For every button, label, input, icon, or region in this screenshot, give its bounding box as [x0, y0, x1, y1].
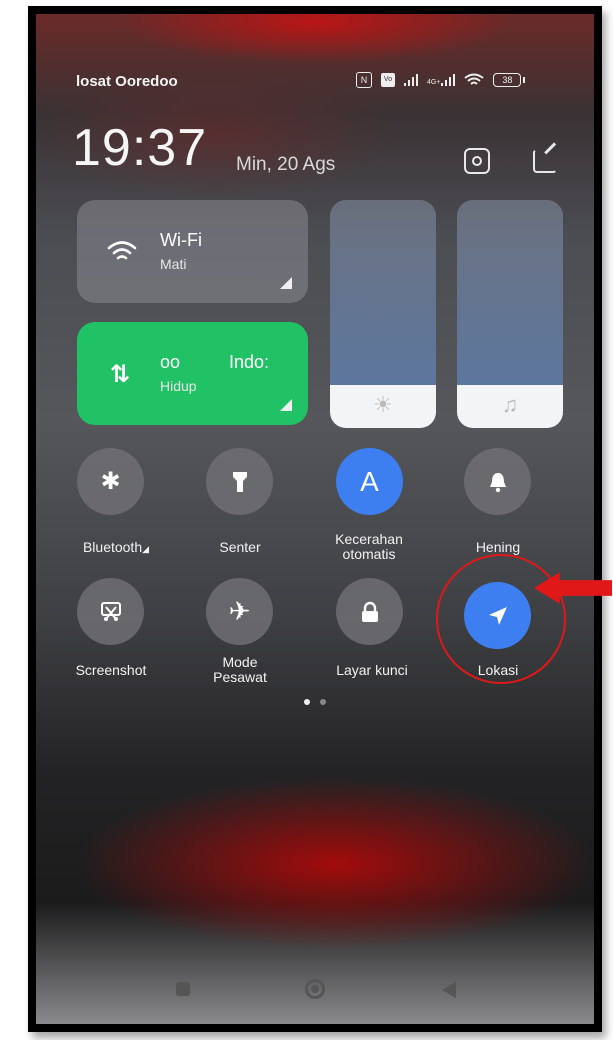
- auto-brightness-label-line1: Kecerahan: [335, 531, 403, 547]
- edit-icon[interactable]: [533, 149, 557, 173]
- battery-icon: 38: [493, 73, 526, 87]
- sun-icon: ☀: [373, 392, 393, 417]
- clock-time: 19:37: [72, 119, 208, 177]
- control-center-screen: losat Ooredoo N Vo 4G+ 38 19:37 Min, 20 …: [36, 14, 594, 1024]
- expand-corner-icon[interactable]: [280, 399, 292, 411]
- music-note-icon: ♫: [501, 392, 519, 417]
- mobile-data-icon: ⇅: [110, 361, 131, 388]
- flashlight-icon: [232, 471, 247, 492]
- bluetooth-label-text: Bluetooth: [82, 539, 143, 555]
- brightness-slider[interactable]: ☀: [330, 200, 436, 428]
- screenshot-icon: [100, 601, 121, 621]
- nfc-icon: N: [356, 72, 372, 88]
- wifi-tile-icon: [107, 241, 137, 260]
- pointer-arrow-icon: [534, 572, 613, 604]
- wifi-tile-status: Mati: [160, 256, 187, 272]
- lock-screen-toggle[interactable]: [336, 578, 403, 645]
- page-dot: [320, 699, 326, 705]
- airplane-mode-label-line1: Mode: [222, 654, 258, 670]
- clock-date: Min, 20 Ags: [236, 154, 336, 175]
- status-icons: N Vo 4G+ 38: [356, 72, 526, 88]
- mobile-data-status: Hidup: [160, 378, 197, 394]
- page-dot-active: [304, 699, 310, 705]
- recents-button[interactable]: [176, 982, 190, 996]
- lock-screen-label: Layar kunci: [336, 662, 408, 678]
- mobile-data-title-right: Indo:: [229, 352, 270, 372]
- volume-slider[interactable]: ♫: [457, 200, 563, 428]
- carrier-name: losat Ooredoo: [76, 73, 178, 90]
- volte-icon: Vo: [381, 73, 395, 87]
- airplane-mode-label-line2: Pesawat: [213, 669, 267, 685]
- wifi-icon: [464, 73, 485, 85]
- mobile-data-title-left: oo: [160, 352, 181, 372]
- back-button[interactable]: [442, 982, 456, 998]
- auto-brightness-toggle[interactable]: A: [336, 448, 403, 515]
- home-button[interactable]: [305, 979, 325, 999]
- page-indicator: [304, 699, 326, 705]
- silent-toggle[interactable]: [464, 448, 531, 515]
- flashlight-toggle[interactable]: [206, 448, 273, 515]
- 4g-signal-icon: 4G+: [427, 74, 456, 86]
- mobile-data-tile[interactable]: ⇅ oo Indo: Hidup: [77, 322, 308, 425]
- airplane-mode-toggle[interactable]: ✈: [206, 578, 273, 645]
- battery-level: 38: [502, 75, 513, 85]
- airplane-icon: ✈: [228, 596, 251, 626]
- flashlight-label: Senter: [219, 539, 261, 555]
- bluetooth-label: Bluetooth◢: [71, 540, 161, 557]
- screenshot-toggle[interactable]: [77, 578, 144, 645]
- auto-brightness-icon: A: [360, 465, 379, 497]
- bell-icon: [489, 472, 506, 492]
- wifi-tile-title: Wi-Fi: [160, 230, 202, 250]
- wifi-tile[interactable]: Wi-Fi Mati: [77, 200, 308, 303]
- signal-icon: [404, 74, 418, 86]
- expand-corner-icon: ◢: [142, 544, 150, 554]
- bluetooth-icon: ✱: [100, 468, 121, 495]
- screenshot-label: Screenshot: [75, 662, 147, 678]
- lock-icon: [361, 601, 378, 622]
- network-type-label: 4G+: [427, 79, 441, 86]
- airplane-mode-label: Mode Pesawat: [198, 655, 282, 685]
- settings-icon[interactable]: [464, 148, 490, 174]
- bluetooth-toggle[interactable]: ✱: [77, 448, 144, 515]
- silent-label: Hening: [475, 539, 521, 555]
- expand-corner-icon[interactable]: [280, 277, 292, 289]
- auto-brightness-label-line2: otomatis: [342, 546, 396, 562]
- auto-brightness-label: Kecerahan otomatis: [316, 532, 422, 562]
